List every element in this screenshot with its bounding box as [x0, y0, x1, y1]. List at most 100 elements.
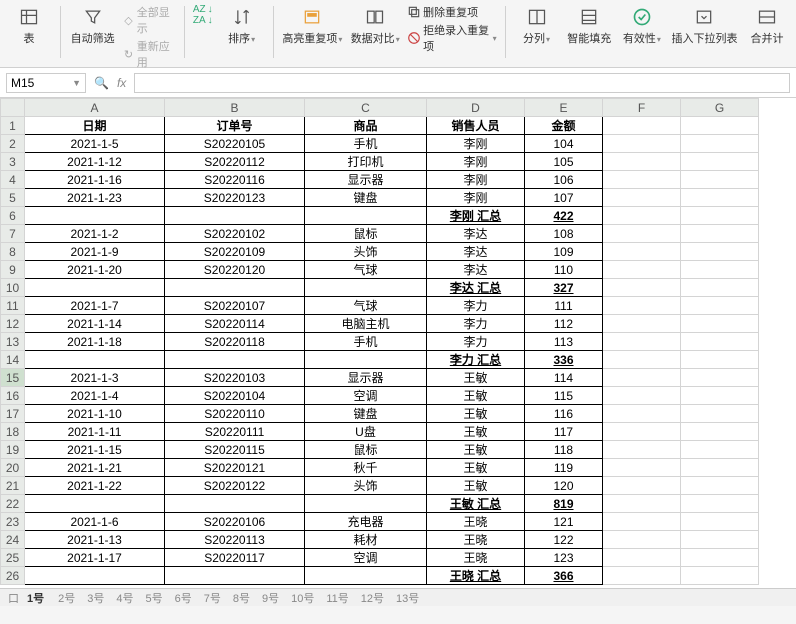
col-header-D[interactable]: D: [427, 99, 525, 117]
cell[interactable]: 键盘: [305, 189, 427, 207]
row-header[interactable]: 6: [1, 207, 25, 225]
cell[interactable]: [681, 387, 759, 405]
remove-dup-button[interactable]: 删除重复项: [407, 4, 497, 20]
cell[interactable]: 头饰: [305, 477, 427, 495]
row-header[interactable]: 26: [1, 567, 25, 585]
cell[interactable]: S20220109: [165, 243, 305, 261]
cell[interactable]: [603, 297, 681, 315]
cell[interactable]: 115: [525, 387, 603, 405]
row-header[interactable]: 23: [1, 513, 25, 531]
row-header[interactable]: 25: [1, 549, 25, 567]
cell[interactable]: 王敏: [427, 423, 525, 441]
cell[interactable]: [681, 171, 759, 189]
cell[interactable]: 王敏: [427, 405, 525, 423]
cell[interactable]: 2021-1-11: [25, 423, 165, 441]
cell[interactable]: 订单号: [165, 117, 305, 135]
row-header[interactable]: 10: [1, 279, 25, 297]
row-header[interactable]: 13: [1, 333, 25, 351]
col-header-C[interactable]: C: [305, 99, 427, 117]
tab-scroll[interactable]: 口: [8, 590, 19, 606]
cell[interactable]: [25, 207, 165, 225]
cell[interactable]: 王晓 汇总: [427, 567, 525, 585]
cell[interactable]: 李达 汇总: [427, 279, 525, 297]
cell[interactable]: 2021-1-16: [25, 171, 165, 189]
cell[interactable]: [165, 207, 305, 225]
cell[interactable]: 李刚: [427, 153, 525, 171]
cell[interactable]: [681, 405, 759, 423]
sheet-tab[interactable]: 7号: [204, 593, 221, 605]
cell[interactable]: 王敏: [427, 459, 525, 477]
sheet-tab[interactable]: 11号: [326, 593, 348, 605]
cell[interactable]: 2021-1-5: [25, 135, 165, 153]
cell[interactable]: [681, 279, 759, 297]
cell[interactable]: 118: [525, 441, 603, 459]
sheet-tab[interactable]: 9号: [262, 593, 279, 605]
cell[interactable]: 手机: [305, 135, 427, 153]
cell[interactable]: 王敏: [427, 441, 525, 459]
cell[interactable]: [603, 225, 681, 243]
cell[interactable]: [305, 351, 427, 369]
cell[interactable]: 106: [525, 171, 603, 189]
cell[interactable]: 李刚: [427, 171, 525, 189]
cell[interactable]: 2021-1-18: [25, 333, 165, 351]
cell[interactable]: [305, 207, 427, 225]
col-header-A[interactable]: A: [25, 99, 165, 117]
cell[interactable]: 122: [525, 531, 603, 549]
cell[interactable]: 李刚: [427, 189, 525, 207]
show-all-button[interactable]: ◇全部显示: [122, 4, 176, 36]
cell[interactable]: 336: [525, 351, 603, 369]
row-header[interactable]: 24: [1, 531, 25, 549]
cell[interactable]: [681, 513, 759, 531]
cell[interactable]: 空调: [305, 549, 427, 567]
cell[interactable]: 2021-1-6: [25, 513, 165, 531]
cell[interactable]: 电脑主机: [305, 315, 427, 333]
sheet-tab[interactable]: 5号: [146, 593, 163, 605]
cell[interactable]: 2021-1-22: [25, 477, 165, 495]
cell[interactable]: 113: [525, 333, 603, 351]
cell[interactable]: U盘: [305, 423, 427, 441]
cell[interactable]: [681, 333, 759, 351]
cell[interactable]: [603, 135, 681, 153]
cell[interactable]: 327: [525, 279, 603, 297]
row-header[interactable]: 22: [1, 495, 25, 513]
cell[interactable]: [681, 369, 759, 387]
cell[interactable]: [681, 567, 759, 585]
cell[interactable]: [681, 117, 759, 135]
cell[interactable]: [603, 351, 681, 369]
cell[interactable]: S20220104: [165, 387, 305, 405]
col-header-B[interactable]: B: [165, 99, 305, 117]
cell[interactable]: [603, 423, 681, 441]
cell[interactable]: 李力: [427, 315, 525, 333]
cell[interactable]: [165, 567, 305, 585]
cell[interactable]: [603, 261, 681, 279]
cell[interactable]: 王敏: [427, 477, 525, 495]
cell[interactable]: [603, 333, 681, 351]
cell[interactable]: S20220118: [165, 333, 305, 351]
cell[interactable]: 105: [525, 153, 603, 171]
cell[interactable]: 112: [525, 315, 603, 333]
cell[interactable]: 李达: [427, 261, 525, 279]
cell[interactable]: [305, 495, 427, 513]
cell[interactable]: 422: [525, 207, 603, 225]
cell[interactable]: 气球: [305, 261, 427, 279]
cell[interactable]: 117: [525, 423, 603, 441]
cell[interactable]: [681, 243, 759, 261]
row-header[interactable]: 19: [1, 441, 25, 459]
row-header[interactable]: 17: [1, 405, 25, 423]
cell[interactable]: [681, 531, 759, 549]
cell[interactable]: 2021-1-23: [25, 189, 165, 207]
cell[interactable]: S20220113: [165, 531, 305, 549]
cell[interactable]: 119: [525, 459, 603, 477]
cell[interactable]: 2021-1-13: [25, 531, 165, 549]
row-header[interactable]: 18: [1, 423, 25, 441]
cell[interactable]: [681, 225, 759, 243]
cell[interactable]: 李达: [427, 225, 525, 243]
cell[interactable]: [165, 495, 305, 513]
ribbon-truncated[interactable]: 表: [6, 4, 52, 62]
sheet-tab-active[interactable]: 1号: [27, 590, 44, 606]
cell[interactable]: [603, 513, 681, 531]
cell[interactable]: 2021-1-21: [25, 459, 165, 477]
cell[interactable]: 2021-1-7: [25, 297, 165, 315]
cell[interactable]: 李力: [427, 333, 525, 351]
row-header[interactable]: 2: [1, 135, 25, 153]
